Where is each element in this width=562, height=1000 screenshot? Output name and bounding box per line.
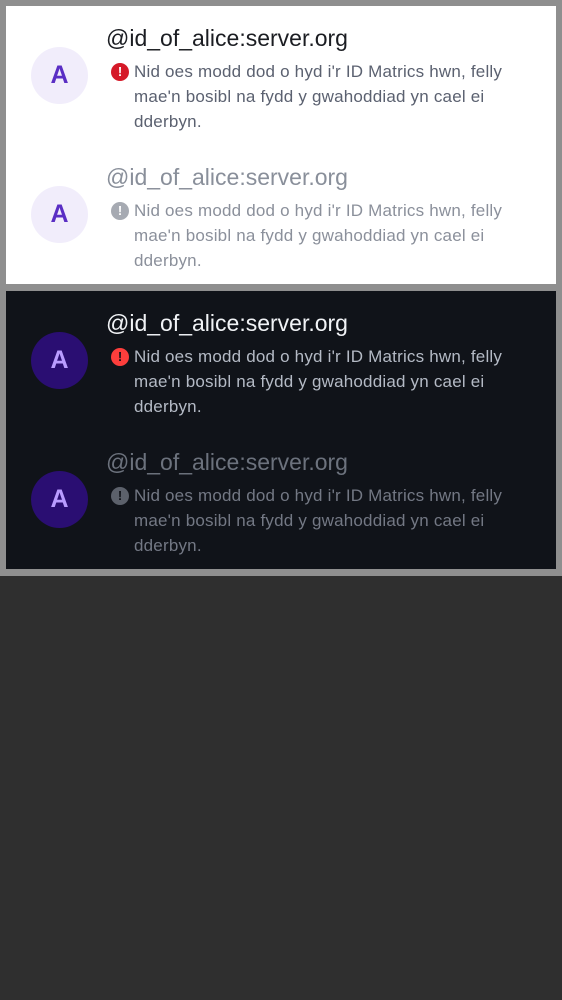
user-id-title: @id_of_alice:server.org	[106, 164, 348, 190]
error-icon: !	[111, 348, 129, 366]
invite-row-disabled: A @id_of_alice:server.org ! Nid oes modd…	[6, 430, 556, 569]
avatar-letter: A	[50, 200, 69, 228]
error-message: Nid oes modd dod o hyd i'r ID Matrics hw…	[134, 486, 503, 555]
user-id-title: @id_of_alice:server.org	[106, 310, 348, 336]
avatar-letter: A	[50, 346, 69, 374]
light-theme-panel: A @id_of_alice:server.org ! Nid oes modd…	[6, 6, 556, 284]
error-icon: !	[111, 487, 129, 505]
invite-row-disabled: A @id_of_alice:server.org ! Nid oes modd…	[6, 145, 556, 284]
error-icon: !	[111, 202, 129, 220]
avatar: A	[31, 332, 88, 389]
avatar: A	[31, 47, 88, 104]
user-id-title: @id_of_alice:server.org	[106, 449, 348, 475]
avatar: A	[31, 186, 88, 243]
error-message: Nid oes modd dod o hyd i'r ID Matrics hw…	[134, 201, 503, 270]
error-message: Nid oes modd dod o hyd i'r ID Matrics hw…	[134, 62, 503, 131]
error-icon: !	[111, 63, 129, 81]
error-message: Nid oes modd dod o hyd i'r ID Matrics hw…	[134, 347, 503, 416]
user-id-title: @id_of_alice:server.org	[106, 25, 348, 51]
invite-row-enabled[interactable]: A @id_of_alice:server.org ! Nid oes modd…	[6, 291, 556, 430]
avatar: A	[31, 471, 88, 528]
dark-theme-panel: A @id_of_alice:server.org ! Nid oes modd…	[6, 291, 556, 569]
invite-row-enabled[interactable]: A @id_of_alice:server.org ! Nid oes modd…	[6, 6, 556, 145]
avatar-letter: A	[50, 485, 69, 513]
avatar-letter: A	[50, 61, 69, 89]
